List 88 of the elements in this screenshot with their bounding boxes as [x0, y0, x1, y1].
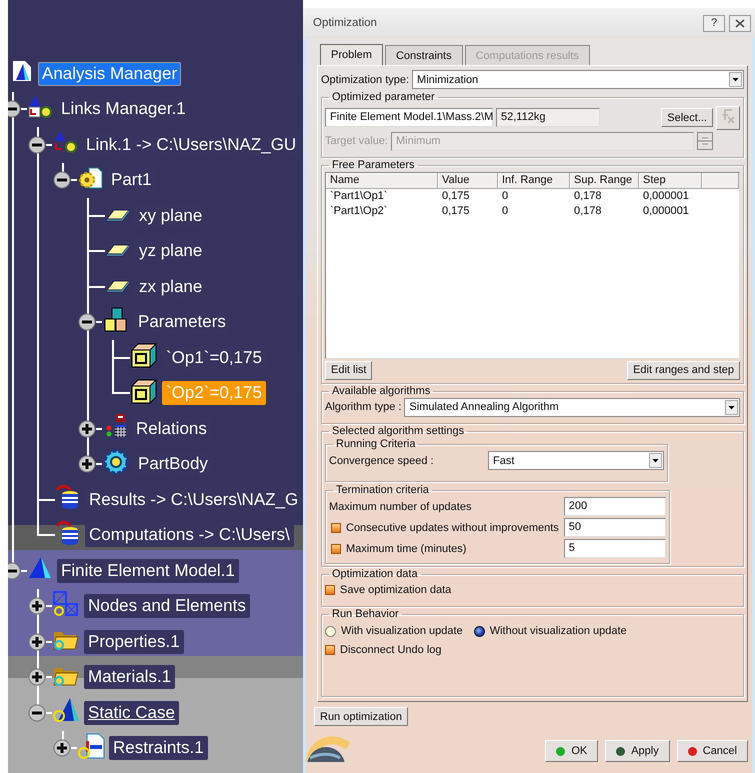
tree-item[interactable]: Properties.1: [84, 630, 184, 654]
checkbox-label: Disconnect Undo log: [340, 644, 442, 656]
field-label: Convergence speed :: [329, 454, 434, 467]
text-field[interactable]: Finite Element Model.1\Mass.2\M: [325, 108, 493, 128]
table-cell-text: 0,175: [441, 204, 471, 219]
table-cell-text: `Part1\Op1`: [329, 188, 388, 204]
field-label: Consecutive updates without improvements: [346, 522, 559, 534]
caret-icon: [725, 400, 738, 415]
expand-icon[interactable]: [53, 739, 71, 758]
tree-item[interactable]: Materials.1: [84, 665, 176, 690]
text-field: Minimum: [390, 132, 694, 151]
expand-icon[interactable]: [78, 455, 96, 474]
spinner[interactable]: [697, 132, 713, 150]
dropdown[interactable]: Fast: [488, 451, 664, 470]
collapse-icon[interactable]: [53, 171, 71, 190]
tab[interactable]: Problem: [320, 44, 383, 65]
dropdown[interactable]: Minimization: [412, 70, 744, 90]
tree-item[interactable]: Computations -> C:\Users\: [85, 523, 294, 548]
checkbox[interactable]: [331, 544, 341, 554]
collapse-icon[interactable]: [28, 136, 46, 154]
dropdown[interactable]: Simulated Annealing Algorithm: [404, 398, 740, 417]
group-title: Optimized parameter: [332, 90, 435, 103]
text-field[interactable]: 5: [564, 539, 666, 558]
tree-item[interactable]: Restraints.1: [109, 736, 208, 760]
checkbox[interactable]: [325, 645, 335, 656]
collapse-icon[interactable]: [28, 704, 46, 722]
window-title: Optimization: [313, 17, 378, 29]
dialog-button[interactable]: Cancel: [676, 740, 748, 762]
text-field[interactable]: 52,112kg: [496, 108, 600, 128]
group-title: Optimization data: [332, 568, 418, 580]
field-label: Maximum time (minutes): [346, 542, 468, 555]
tree-item[interactable]: Analysis Manager: [38, 62, 182, 86]
text-field[interactable]: 200: [564, 497, 666, 516]
text-field[interactable]: 50: [564, 518, 666, 538]
action-button[interactable]: Edit ranges and step: [627, 360, 740, 380]
table-cell-text: 0,175: [441, 188, 471, 204]
table-cell-text: 0: [501, 204, 510, 219]
tree-item[interactable]: Static Case: [84, 700, 179, 725]
group-title: Termination criteria: [336, 484, 429, 496]
formula-button[interactable]: [716, 106, 740, 130]
column-header[interactable]: Sup. Range: [570, 172, 639, 189]
field-label: Target value:: [325, 135, 388, 148]
group-title: Run Behavior: [332, 608, 399, 620]
group-title: Running Criteria: [336, 438, 416, 450]
group-title: Free Parameters: [332, 158, 415, 171]
column-header[interactable]: Name: [326, 172, 438, 189]
table-cell-text: 0: [501, 188, 510, 204]
checkbox[interactable]: [331, 522, 341, 533]
column-header[interactable]: Inf. Range: [498, 172, 570, 189]
caret-icon: [729, 72, 742, 88]
radio-button[interactable]: [474, 626, 485, 637]
checkbox[interactable]: [325, 585, 335, 596]
close-icon: [735, 18, 745, 28]
tab[interactable]: Constraints: [384, 45, 463, 65]
table-cell-text: 0,000001: [642, 204, 690, 219]
group-title: Available algorithms: [332, 384, 430, 397]
table-cell-text: 0,178: [573, 204, 603, 219]
group-title: Selected algorithm settings: [332, 425, 464, 438]
field-label: Optimization type:: [321, 74, 410, 86]
action-button[interactable]: Edit list: [325, 360, 372, 380]
radio-label: Without visualization update: [490, 625, 627, 638]
table-cell-text: `Part1\Op2`: [329, 204, 388, 219]
checkbox-label: Save optimization data: [340, 584, 452, 596]
column-header[interactable]: Step: [639, 172, 702, 189]
table-cell-text: 0,000001: [642, 188, 690, 204]
help-button[interactable]: ?: [703, 14, 725, 32]
column-header[interactable]: Value: [438, 172, 498, 189]
tree-item[interactable]: Finite Element Model.1: [57, 558, 239, 583]
expand-icon[interactable]: [28, 668, 46, 686]
expand-icon[interactable]: [28, 632, 46, 651]
collapse-icon[interactable]: [8, 562, 21, 580]
expand-icon[interactable]: [28, 597, 46, 616]
collapse-icon[interactable]: [78, 313, 96, 332]
expand-icon[interactable]: [78, 420, 96, 438]
field-label: Maximum number of updates: [329, 500, 472, 513]
run-button[interactable]: Run optimization: [314, 707, 408, 726]
tree-item[interactable]: Nodes and Elements: [84, 594, 250, 618]
table-cell-text: 0,178: [573, 188, 603, 204]
select-button[interactable]: Select...: [661, 108, 713, 128]
collapse-icon[interactable]: [8, 100, 21, 118]
radio-button[interactable]: [325, 626, 336, 637]
dialog-button[interactable]: OK: [545, 740, 598, 762]
column-header: [702, 172, 739, 189]
dialog-button[interactable]: Apply: [605, 740, 670, 762]
close-button[interactable]: [729, 14, 751, 32]
radio-label: With visualization update: [341, 625, 463, 638]
field-label: Algorithm type :: [325, 401, 402, 414]
caret-icon: [649, 453, 662, 468]
